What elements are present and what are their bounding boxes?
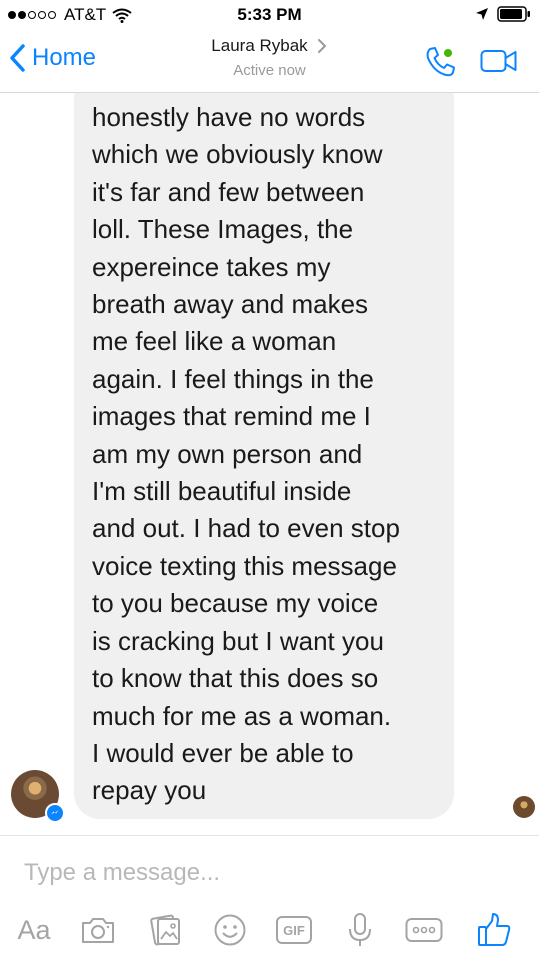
- messenger-screen: AT&T 5:33 PM Home Laura Rybak Active now…: [0, 0, 539, 960]
- voice-call-button[interactable]: [422, 44, 458, 85]
- emoji-button[interactable]: [210, 912, 250, 948]
- seen-receipt-avatar: [513, 796, 535, 818]
- smiley-icon: [214, 914, 246, 946]
- text-style-button[interactable]: Aa: [14, 912, 54, 948]
- more-icon: [405, 918, 443, 942]
- conversation-header: Home Laura Rybak Active now: [0, 30, 539, 93]
- microphone-button[interactable]: [340, 912, 380, 948]
- video-camera-icon: [480, 50, 517, 72]
- gif-label: GIF: [283, 922, 305, 938]
- location-arrow-icon: [476, 8, 488, 20]
- gif-button[interactable]: GIF: [274, 912, 314, 948]
- composer-toolbar: Aa GIF: [0, 908, 539, 952]
- chevron-right-icon: [317, 39, 327, 53]
- photo-gallery-button[interactable]: [146, 912, 186, 948]
- video-call-button[interactable]: [480, 48, 518, 79]
- like-button[interactable]: [474, 912, 514, 948]
- microphone-icon: [349, 913, 371, 946]
- battery-icon: [497, 6, 530, 22]
- phone-icon: [426, 47, 455, 77]
- status-bar: AT&T 5:33 PM: [0, 0, 539, 30]
- contact-name: Laura Rybak: [211, 36, 308, 55]
- status-time: 5:33 PM: [237, 5, 302, 24]
- message-text: honestly have no words which we obviousl…: [92, 102, 400, 806]
- camera-icon: [82, 918, 114, 943]
- text-style-label: Aa: [17, 914, 51, 945]
- gif-icon: GIF: [276, 916, 312, 944]
- more-button[interactable]: [404, 912, 444, 948]
- camera-button[interactable]: [78, 912, 118, 948]
- messenger-badge-icon: [45, 803, 65, 823]
- composer: Aa: [0, 835, 539, 960]
- status-right: [475, 6, 531, 22]
- contact-info: Laura Rybak Active now: [0, 36, 539, 79]
- message-input[interactable]: [24, 856, 504, 890]
- message-list[interactable]: honestly have no words which we obviousl…: [0, 93, 539, 835]
- contact-name-button[interactable]: Laura Rybak: [211, 36, 327, 56]
- thumbs-up-icon: [478, 913, 511, 946]
- photo-gallery-icon: [150, 914, 180, 946]
- contact-active-status: Active now: [233, 62, 306, 79]
